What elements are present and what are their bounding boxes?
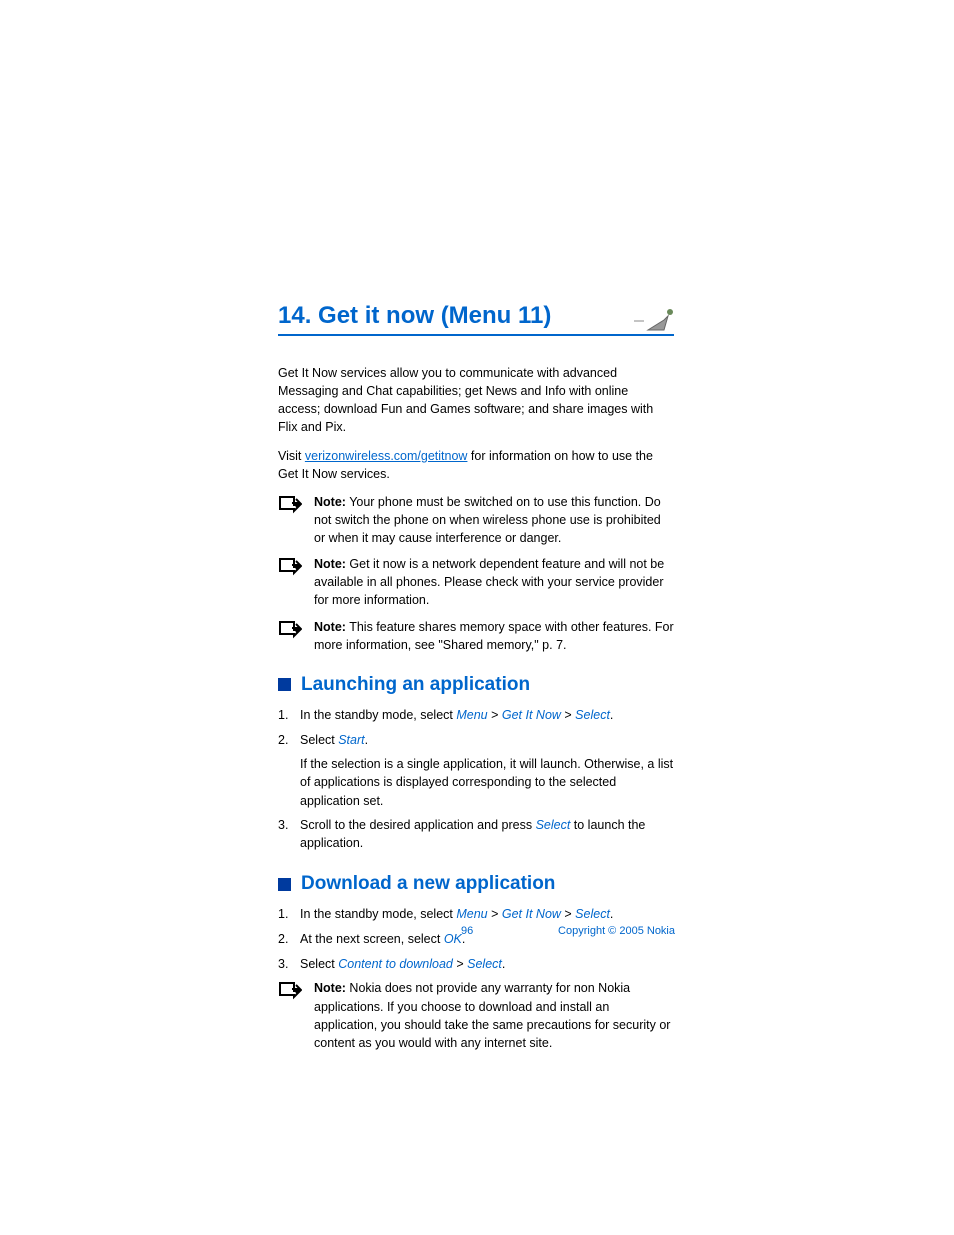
note-2-text: Note: Get it now is a network dependent … <box>314 555 674 609</box>
text: In the standby mode, select <box>300 708 456 722</box>
section-bullet-icon <box>278 678 291 691</box>
chapter-icon <box>634 306 674 336</box>
text: In the standby mode, select <box>300 907 456 921</box>
text: Select <box>300 733 338 747</box>
ui-getitnow: Get It Now <box>502 907 561 921</box>
section-1-title: Launching an application <box>301 674 530 696</box>
note-icon <box>278 981 302 1006</box>
note-label: Note: <box>314 495 346 509</box>
note-icon <box>278 557 302 582</box>
note-label: Note: <box>314 620 346 634</box>
ui-content-download: Content to download <box>338 957 453 971</box>
sep: > <box>561 708 575 722</box>
visit-prefix: Visit <box>278 449 305 463</box>
intro-paragraph-2: Visit verizonwireless.com/getitnow for i… <box>278 447 674 483</box>
note-1-text: Note: Your phone must be switched on to … <box>314 493 674 547</box>
section-1-steps: In the standby mode, select Menu > Get I… <box>278 706 674 853</box>
note-3-body: This feature shares memory space with ot… <box>314 620 674 652</box>
note-3-text: Note: This feature shares memory space w… <box>314 618 674 654</box>
chapter-header: 14. Get it now (Menu 11) <box>278 300 674 336</box>
text: Scroll to the desired application and pr… <box>300 818 536 832</box>
period: . <box>610 708 613 722</box>
sep: > <box>561 907 575 921</box>
note-3: Note: This feature shares memory space w… <box>278 618 674 654</box>
step-1-3: Scroll to the desired application and pr… <box>278 816 674 854</box>
section-bullet-icon <box>278 878 291 891</box>
period: . <box>610 907 613 921</box>
note-icon <box>278 620 302 645</box>
note-2: Note: Get it now is a network dependent … <box>278 555 674 609</box>
visit-link[interactable]: verizonwireless.com/getitnow <box>305 449 468 463</box>
section-2-title: Download a new application <box>301 873 555 895</box>
sep: > <box>453 957 467 971</box>
chapter-title: 14. Get it now (Menu 11) <box>278 302 551 330</box>
note-label: Note: <box>314 557 346 571</box>
note-4: Note: Nokia does not provide any warrant… <box>278 979 674 1052</box>
period: . <box>365 733 368 747</box>
ui-select: Select <box>575 708 610 722</box>
period: . <box>502 957 505 971</box>
note-icon <box>278 495 302 520</box>
step-2-3: Select Content to download > Select. <box>278 955 674 974</box>
ui-select: Select <box>536 818 571 832</box>
page-footer: 96 Copyright © 2005 Nokia <box>0 925 954 937</box>
document-page: 14. Get it now (Menu 11) Get It Now serv… <box>0 0 954 1052</box>
section-2-steps: In the standby mode, select Menu > Get I… <box>278 905 674 973</box>
step-1-2: Select Start. If the selection is a sing… <box>278 731 674 810</box>
ui-menu: Menu <box>456 708 487 722</box>
page-number: 96 <box>461 925 473 937</box>
note-4-text: Note: Nokia does not provide any warrant… <box>314 979 674 1052</box>
note-label: Note: <box>314 981 346 995</box>
intro-paragraph-1: Get It Now services allow you to communi… <box>278 364 674 437</box>
ui-select: Select <box>575 907 610 921</box>
step-1-2-sub: If the selection is a single application… <box>300 755 674 809</box>
note-1: Note: Your phone must be switched on to … <box>278 493 674 547</box>
note-1-body: Your phone must be switched on to use th… <box>314 495 661 545</box>
note-2-body: Get it now is a network dependent featur… <box>314 557 664 607</box>
section-1-heading: Launching an application <box>278 674 674 696</box>
step-2-1: In the standby mode, select Menu > Get I… <box>278 905 674 924</box>
copyright: Copyright © 2005 Nokia <box>558 925 675 937</box>
ui-getitnow: Get It Now <box>502 708 561 722</box>
section-2-heading: Download a new application <box>278 873 674 895</box>
text: Select <box>300 957 338 971</box>
ui-menu: Menu <box>456 907 487 921</box>
sep: > <box>488 907 502 921</box>
ui-select: Select <box>467 957 502 971</box>
ui-start: Start <box>338 733 364 747</box>
sep: > <box>488 708 502 722</box>
note-4-body: Nokia does not provide any warranty for … <box>314 981 670 1049</box>
step-1-1: In the standby mode, select Menu > Get I… <box>278 706 674 725</box>
